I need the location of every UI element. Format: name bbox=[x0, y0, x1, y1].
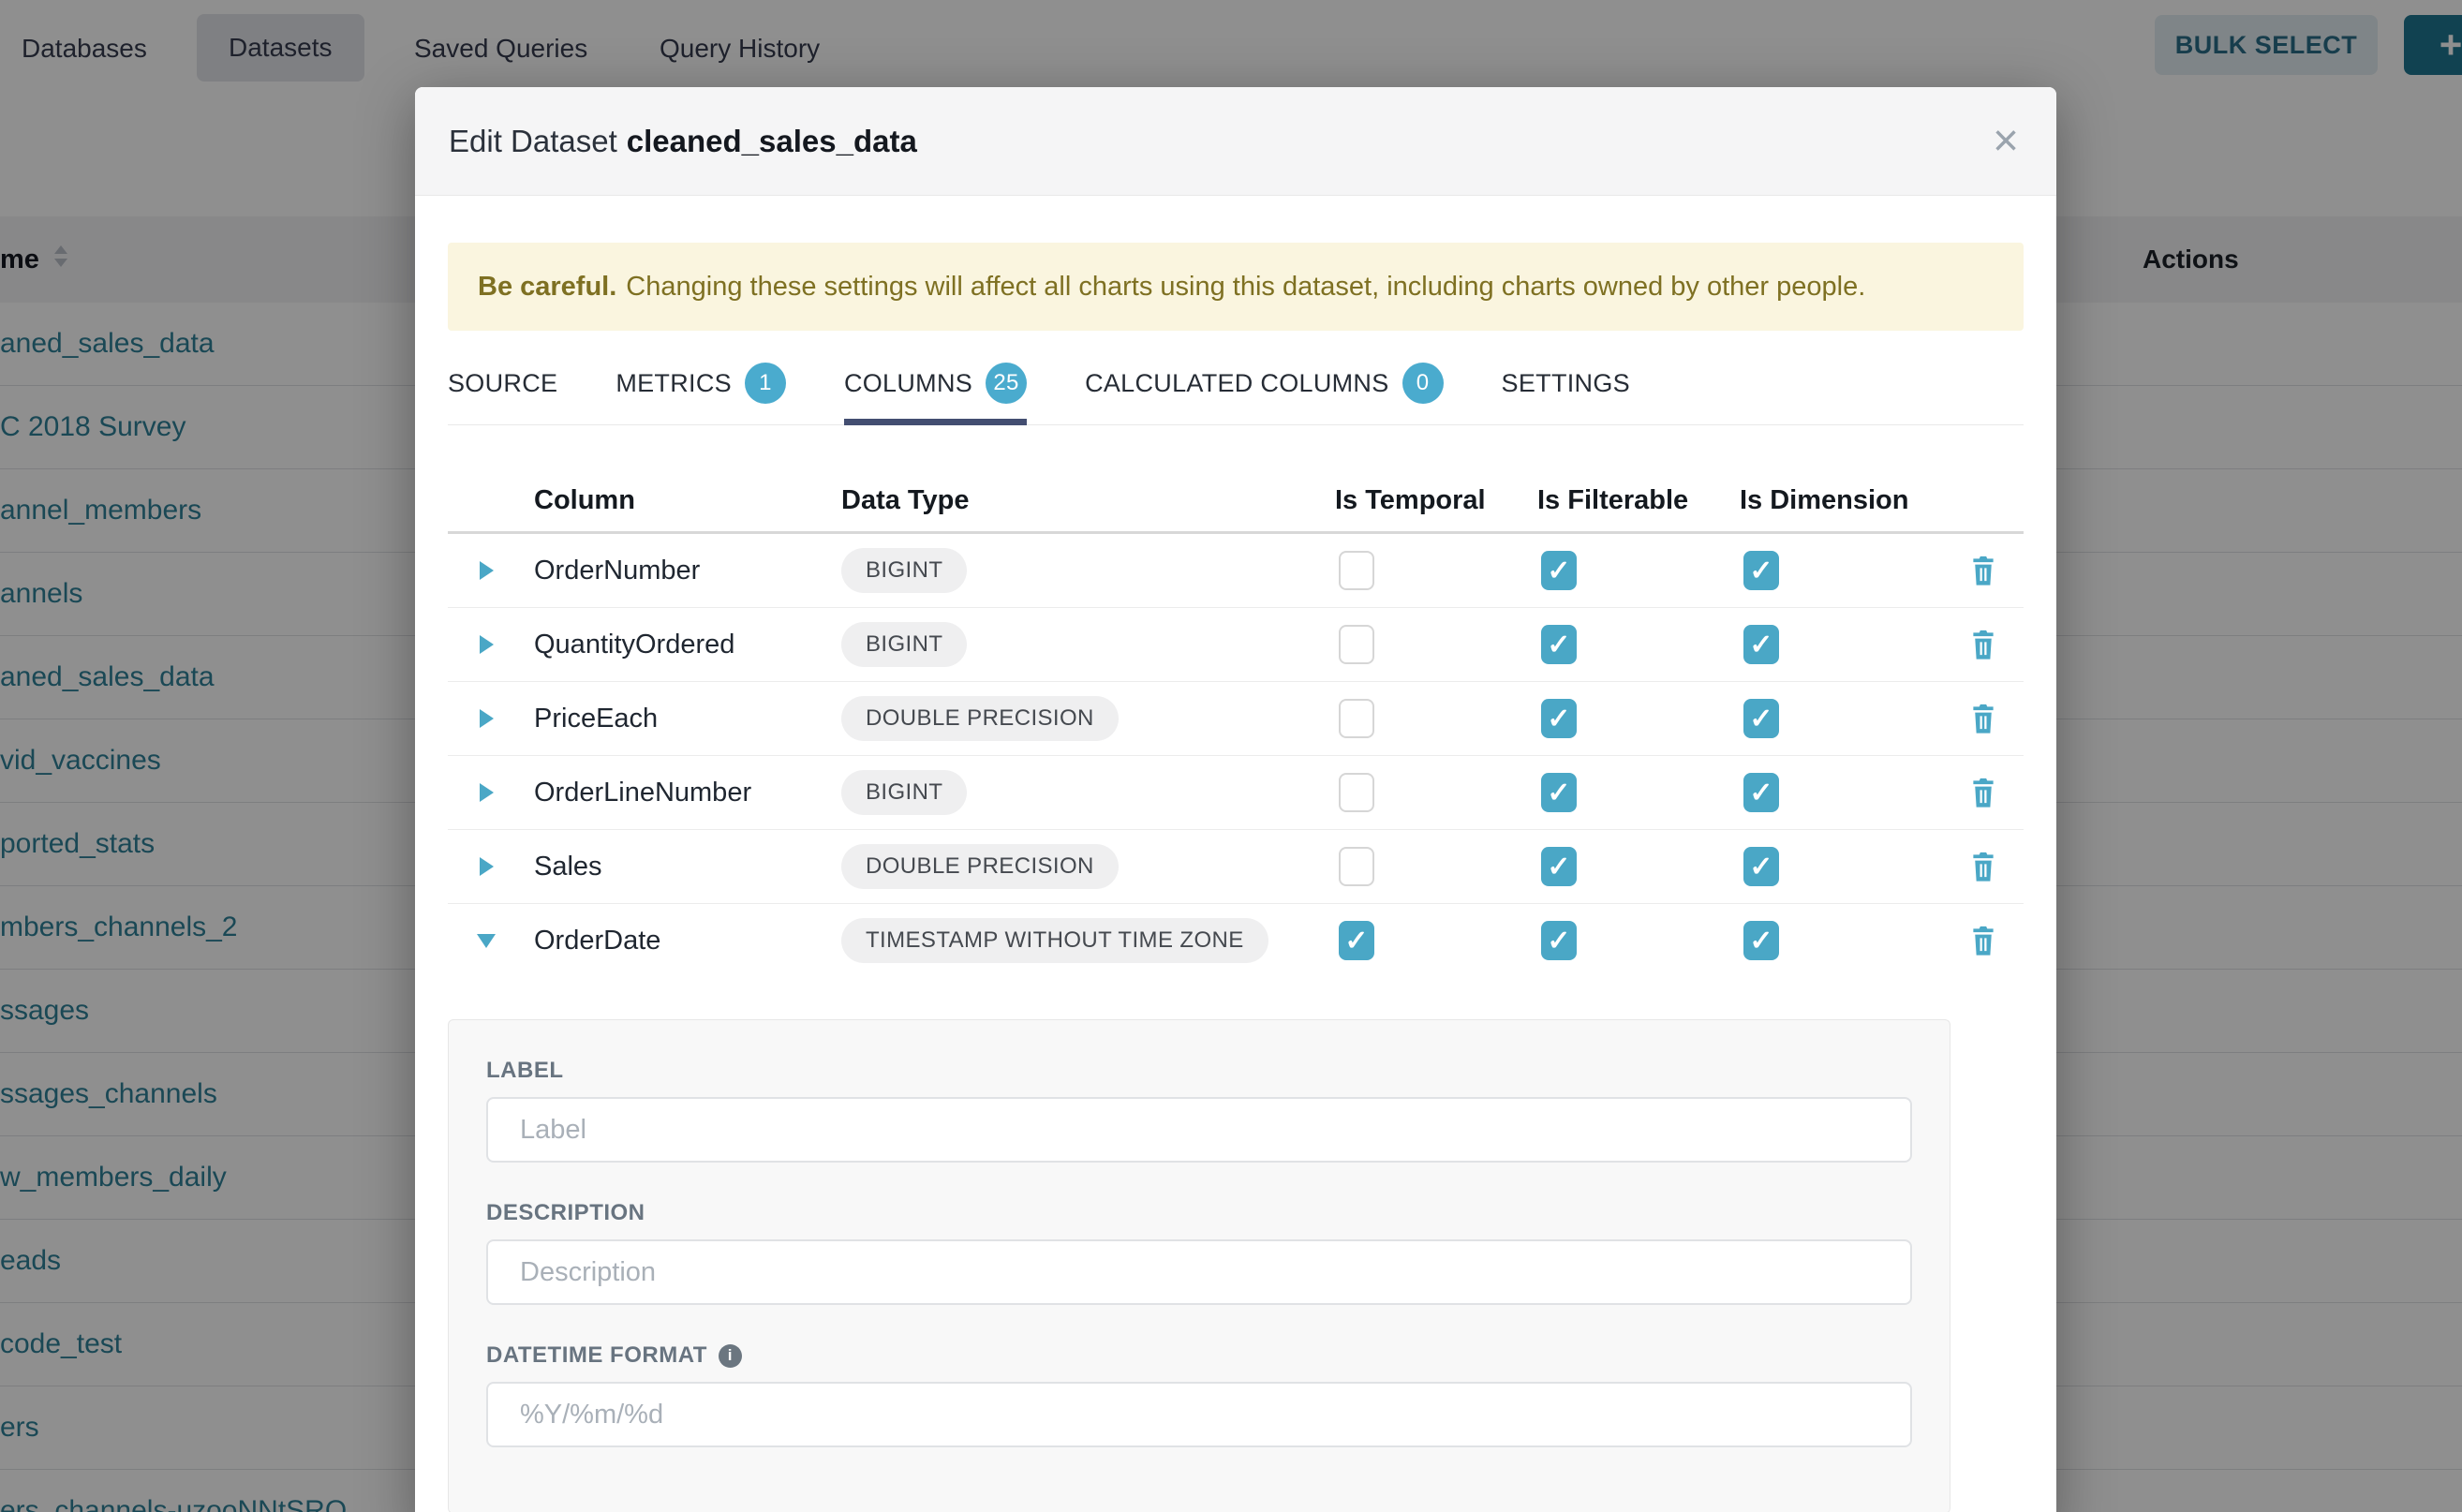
delete-column-icon[interactable] bbox=[1969, 629, 1997, 661]
column-header: Column bbox=[515, 485, 824, 516]
modal-title-prefix: Edit Dataset bbox=[449, 124, 617, 158]
data-type-pill: BIGINT bbox=[841, 622, 967, 667]
datetime-format-input[interactable] bbox=[486, 1382, 1912, 1447]
warning-text: Changing these settings will affect all … bbox=[626, 272, 1865, 303]
columns-table-header: Column Data Type Is Temporal Is Filterab… bbox=[448, 469, 2024, 534]
is-temporal-checkbox[interactable] bbox=[1339, 847, 1374, 886]
warning-bold: Be careful. bbox=[478, 272, 616, 303]
column-row: QuantityOrdered BIGINT bbox=[448, 608, 2024, 682]
delete-column-icon[interactable] bbox=[1969, 777, 1997, 809]
tab-label: COLUMNS bbox=[844, 369, 972, 398]
column-name: OrderLineNumber bbox=[515, 778, 824, 808]
is-dimension-checkbox[interactable] bbox=[1743, 699, 1779, 738]
is-dimension-checkbox[interactable] bbox=[1743, 773, 1779, 812]
is-temporal-header: Is Temporal bbox=[1335, 485, 1537, 516]
close-icon[interactable]: × bbox=[1993, 119, 2019, 164]
count-badge: 0 bbox=[1402, 363, 1444, 404]
delete-column-icon[interactable] bbox=[1969, 851, 1997, 883]
column-name: OrderDate bbox=[515, 926, 824, 956]
tab-label: SETTINGS bbox=[1502, 369, 1630, 398]
expand-caret-icon[interactable] bbox=[480, 561, 494, 580]
modal-header: Edit Dataset cleaned_sales_data × bbox=[415, 87, 2056, 196]
data-type-header: Data Type bbox=[824, 485, 1335, 516]
datetime-format-label-text: DATETIME FORMAT bbox=[486, 1342, 707, 1369]
delete-column-icon[interactable] bbox=[1969, 703, 1997, 735]
tab-metrics[interactable]: METRICS 1 bbox=[616, 357, 786, 424]
tab-label: METRICS bbox=[616, 369, 732, 398]
edit-dataset-modal: Edit Dataset cleaned_sales_data × Be care… bbox=[415, 87, 2056, 1512]
modal-body: Be careful. Changing these settings will… bbox=[415, 243, 2056, 1512]
label-field-label: LABEL bbox=[486, 1058, 1912, 1084]
is-filterable-checkbox[interactable] bbox=[1541, 625, 1577, 664]
count-badge: 25 bbox=[986, 363, 1027, 404]
is-dimension-header: Is Dimension bbox=[1740, 485, 1942, 516]
column-name: PriceEach bbox=[515, 704, 824, 734]
modal-dataset-name: cleaned_sales_data bbox=[627, 124, 917, 158]
data-type-pill: DOUBLE PRECISION bbox=[841, 844, 1119, 889]
is-temporal-checkbox[interactable] bbox=[1339, 699, 1374, 738]
modal-title: Edit Dataset cleaned_sales_data bbox=[449, 124, 917, 159]
expand-caret-icon[interactable] bbox=[480, 635, 494, 654]
data-type-pill: BIGINT bbox=[841, 770, 967, 815]
collapse-caret-icon[interactable] bbox=[477, 934, 496, 948]
tab-label: SOURCE bbox=[448, 369, 557, 398]
column-row: OrderLineNumber BIGINT bbox=[448, 756, 2024, 830]
info-icon[interactable]: i bbox=[719, 1344, 742, 1368]
is-temporal-checkbox[interactable] bbox=[1339, 773, 1374, 812]
column-name: Sales bbox=[515, 852, 824, 882]
modal-tabs: SOURCE METRICS 1 COLUMNS 25 CALCULATED COL… bbox=[448, 357, 2024, 425]
tab-columns[interactable]: COLUMNS 25 bbox=[844, 357, 1027, 424]
is-temporal-checkbox[interactable] bbox=[1339, 551, 1374, 590]
is-filterable-checkbox[interactable] bbox=[1541, 921, 1577, 960]
is-filterable-header: Is Filterable bbox=[1537, 485, 1740, 516]
datetime-format-field-label: DATETIME FORMAT i bbox=[486, 1342, 1912, 1369]
expand-caret-icon[interactable] bbox=[480, 857, 494, 876]
is-filterable-checkbox[interactable] bbox=[1541, 699, 1577, 738]
column-row: Sales DOUBLE PRECISION bbox=[448, 830, 2024, 904]
label-input[interactable] bbox=[486, 1097, 1912, 1163]
delete-column-icon[interactable] bbox=[1969, 555, 1997, 587]
is-dimension-checkbox[interactable] bbox=[1743, 921, 1779, 960]
column-name: OrderNumber bbox=[515, 556, 824, 586]
data-type-pill: BIGINT bbox=[841, 548, 967, 593]
is-filterable-checkbox[interactable] bbox=[1541, 551, 1577, 590]
is-dimension-checkbox[interactable] bbox=[1743, 625, 1779, 664]
expand-caret-icon[interactable] bbox=[480, 709, 494, 728]
data-type-pill: DOUBLE PRECISION bbox=[841, 696, 1119, 741]
is-temporal-checkbox[interactable] bbox=[1339, 625, 1374, 664]
delete-column-icon[interactable] bbox=[1969, 925, 1997, 957]
column-name: QuantityOrdered bbox=[515, 630, 824, 660]
column-row: OrderDate TIMESTAMP WITHOUT TIME ZONE bbox=[448, 904, 2024, 977]
is-temporal-checkbox[interactable] bbox=[1339, 921, 1374, 960]
screen: Databases Datasets Saved Queries Query H… bbox=[0, 0, 2462, 1512]
tab-source[interactable]: SOURCE bbox=[448, 357, 557, 424]
description-input[interactable] bbox=[486, 1239, 1912, 1305]
is-filterable-checkbox[interactable] bbox=[1541, 847, 1577, 886]
tab-label: CALCULATED COLUMNS bbox=[1085, 369, 1388, 398]
column-row: OrderNumber BIGINT bbox=[448, 534, 2024, 608]
is-dimension-checkbox[interactable] bbox=[1743, 551, 1779, 590]
data-type-pill: TIMESTAMP WITHOUT TIME ZONE bbox=[841, 918, 1268, 963]
is-filterable-checkbox[interactable] bbox=[1541, 773, 1577, 812]
is-dimension-checkbox[interactable] bbox=[1743, 847, 1779, 886]
tab-settings[interactable]: SETTINGS bbox=[1502, 357, 1630, 424]
description-field-label: DESCRIPTION bbox=[486, 1200, 1912, 1226]
expand-caret-icon[interactable] bbox=[480, 783, 494, 802]
column-detail-panel: LABEL DESCRIPTION DATETIME FORMAT i bbox=[448, 1019, 1950, 1512]
count-badge: 1 bbox=[745, 363, 786, 404]
column-row: PriceEach DOUBLE PRECISION bbox=[448, 682, 2024, 756]
warning-banner: Be careful. Changing these settings will… bbox=[448, 243, 2024, 331]
tab-calculated-columns[interactable]: CALCULATED COLUMNS 0 bbox=[1085, 357, 1443, 424]
